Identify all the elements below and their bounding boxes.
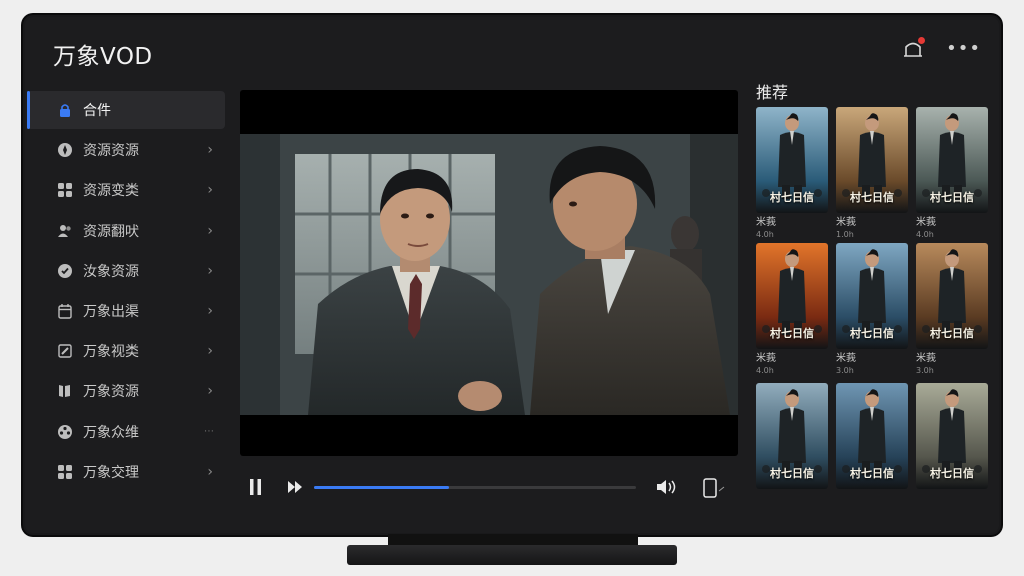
recommend-poster[interactable]: 村七日信 [916,243,988,349]
poster-title: 村七日信 [930,327,974,340]
check-shield-icon [57,263,73,279]
sidebar-item-label: 万象资源 [83,384,139,401]
video-player[interactable] [240,90,738,456]
sidebar-item[interactable]: 万象出渠 › [27,292,225,330]
recommend-poster[interactable]: 村七日信 [756,383,828,489]
sidebar-item[interactable]: 万象交理 › [27,453,225,491]
chevron-right-icon: › [207,142,213,159]
poster-title: 村七日信 [930,467,974,480]
poster-title: 村七日信 [930,191,974,204]
recommend-sub: 4.0h [756,230,774,239]
tv-frame: 万象VOD ••• 合件 资源资源 › 资源变类 › 资源翻吠 › 汝象资源 › 万象出渠 › 万象视… [23,15,1001,535]
edit-icon [57,343,73,359]
sidebar-item-label: 资源资源 [83,143,139,160]
calendar-icon [57,303,73,319]
recommend-sub: 4.0h [756,366,774,375]
sidebar-item[interactable]: 资源变类 › [27,171,225,209]
progress-bar[interactable] [314,486,636,489]
recommend-poster[interactable]: 村七日信 [836,107,908,213]
chevron-right-icon: › [207,383,213,400]
volume-icon[interactable] [655,477,679,501]
player-controls [238,475,736,505]
tv-stand-base [347,545,677,565]
recommend-label: 米莪 [756,217,776,228]
notification-icon[interactable] [902,37,926,59]
chevron-right-icon: › [207,222,213,239]
app-screen: 万象VOD ••• 合件 资源资源 › 资源变类 › 资源翻吠 › 汝象资源 › 万象出渠 › 万象视… [25,17,999,533]
cast-icon[interactable] [701,477,727,503]
users-icon [57,223,73,239]
video-scene-image [240,134,738,415]
chevron-right-icon: › [207,463,213,480]
recommend-sub: 3.0h [836,366,854,375]
recommend-poster[interactable]: 村七日信 [916,107,988,213]
sidebar-item-label: 合件 [83,103,111,119]
sidebar-item[interactable]: 资源资源 › [27,131,225,169]
sidebar-item[interactable]: 万象视类 › [27,332,225,370]
sidebar-item-label: 汝象资源 [83,263,139,280]
recommend-poster[interactable]: 村七日信 [756,243,828,349]
sidebar-item[interactable]: 万象众维 ⋯ [27,413,225,451]
recommend-sub: 1.0h [836,230,854,239]
recommend-poster[interactable]: 村七日信 [756,107,828,213]
recommend-label: 米莪 [916,353,936,364]
sidebar: 合件资源资源 › 资源变类 › 资源翻吠 › 汝象资源 › 万象出渠 › 万象视类 › 万象资源 › 万象众… [27,91,225,493]
sidebar-item[interactable]: 汝象资源 › [27,252,225,290]
chevron-right-icon: › [207,302,213,319]
chevron-right-icon: › [207,182,213,199]
pause-icon[interactable] [248,477,264,501]
sidebar-item-label: 万象交理 [83,464,139,481]
poster-title: 村七日信 [850,191,894,204]
recommend-poster[interactable]: 村七日信 [836,383,908,489]
sidebar-item[interactable]: 万象资源 › [27,372,225,410]
recommend-sub: 4.0h [916,230,934,239]
video-frame [240,134,738,415]
book-icon [57,383,73,399]
skip-icon[interactable] [286,477,304,501]
top-actions: ••• [902,37,981,59]
sidebar-item-label: 万象众维 [83,424,139,441]
recommend-poster[interactable]: 村七日信 [836,243,908,349]
sidebar-item-label: 资源翻吠 [83,223,139,240]
recommend-label: 米莪 [756,353,776,364]
recommend-poster[interactable]: 村七日信 [916,383,988,489]
progress-fill [314,486,450,489]
poster-title: 村七日信 [850,327,894,340]
sidebar-item-label: 万象出渠 [83,303,139,320]
sidebar-item-label: 万象视类 [83,344,139,361]
poster-title: 村七日信 [770,191,814,204]
compass-icon [57,142,73,158]
lock-icon [57,102,73,118]
app-title: 万象VOD [53,44,153,70]
poster-title: 村七日信 [770,327,814,340]
poster-title: 村七日信 [850,467,894,480]
recommend-label: 米莪 [836,353,856,364]
poster-title: 村七日信 [770,467,814,480]
chevron-right-icon: › [207,343,213,360]
recommend-title: 推荐 [756,83,789,102]
recommend-label: 米莪 [916,217,936,228]
recommend-sub: 3.0h [916,366,934,375]
apps-icon [57,464,73,480]
more-options-icon[interactable]: ••• [946,39,981,59]
grid-icon [57,182,73,198]
more-dots-icon: ⋯ [204,426,215,437]
sidebar-item[interactable]: 资源翻吠 › [27,212,225,250]
recommend-label: 米莪 [836,217,856,228]
sidebar-item-label: 资源变类 [83,183,139,200]
film-reel-icon [57,424,73,440]
sidebar-item[interactable]: 合件 [27,91,225,129]
chevron-right-icon: › [207,262,213,279]
